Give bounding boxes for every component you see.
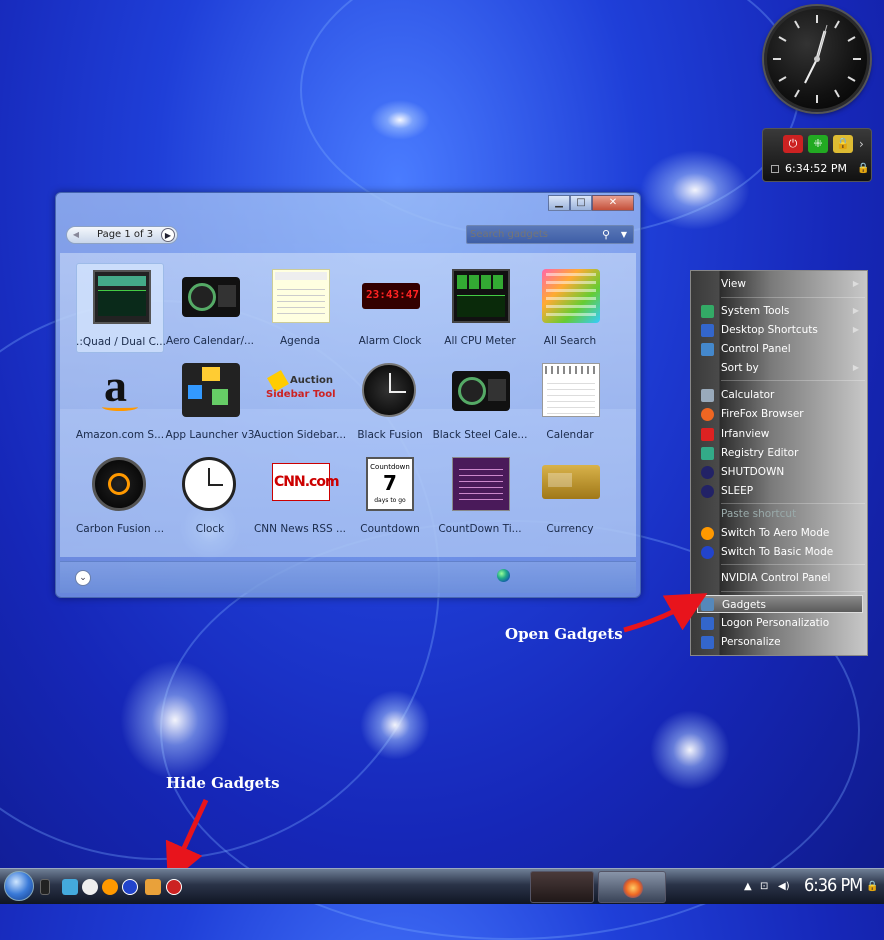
- volume-icon[interactable]: ◀): [778, 881, 790, 892]
- taskbar-clock[interactable]: 6:36 PM: [804, 875, 863, 896]
- tray-expand-icon[interactable]: ▲: [744, 881, 752, 892]
- firefox-icon: [623, 878, 643, 898]
- switch-windows-icon[interactable]: [62, 879, 78, 895]
- quicklaunch-app-icon[interactable]: [82, 879, 98, 895]
- show-desktop-icon[interactable]: [40, 879, 50, 895]
- open-gadgets-arrow: [623, 593, 708, 633]
- hide-gadgets-arrow: [165, 798, 209, 885]
- taskbar-task-firefox-inactive[interactable]: [530, 871, 594, 903]
- tray-lock-icon[interactable]: 🔒: [866, 881, 878, 892]
- annotation-arrows: [165, 593, 708, 885]
- network-icon[interactable]: ⊡: [760, 881, 768, 892]
- quicklaunch-aero-icon[interactable]: [102, 879, 118, 895]
- quicklaunch-basic-icon[interactable]: [122, 879, 138, 895]
- start-button[interactable]: [4, 871, 34, 901]
- taskbar: ▲ ⊡ ◀) 6:36 PM 🔒: [0, 868, 884, 904]
- taskbar-task-firefox[interactable]: [598, 871, 666, 903]
- quicklaunch-notes-icon[interactable]: [145, 879, 161, 895]
- hide-gadgets-icon[interactable]: [166, 879, 182, 895]
